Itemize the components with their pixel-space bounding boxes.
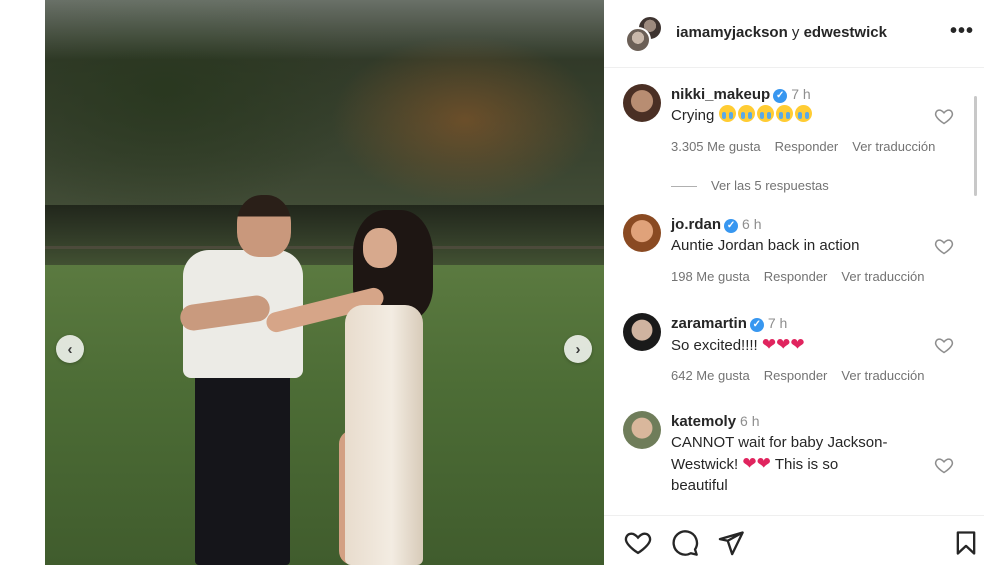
woman-figure-dress <box>345 305 423 565</box>
comment-item: zaramartin ✓ 7 h So excited!!!! ❤❤❤ 642 Me… <box>604 313 970 413</box>
post-authors: iamamyjackson y edwestwick <box>676 24 887 41</box>
post-side-panel: iamamyjackson y edwestwick ••• nikki_mak… <box>604 0 984 565</box>
comment-likes[interactable]: 198 Me gusta <box>671 269 750 284</box>
post-photo[interactable] <box>45 0 604 565</box>
comment-meta: 642 Me gusta Responder Ver traducción <box>671 368 939 383</box>
crying-emoji-icon <box>737 105 755 122</box>
comment-time: 6 h <box>742 216 762 232</box>
comment-item: nikki_makeup ✓ 7 h Crying 3.305 Me gusta Re… <box>604 84 970 214</box>
red-heart-icon: ❤ <box>756 454 771 473</box>
comment-username[interactable]: zaramartin <box>671 315 747 332</box>
comment-time: 7 h <box>791 86 811 102</box>
photo-fence <box>45 246 604 249</box>
prev-photo-button[interactable]: ‹ <box>56 335 84 363</box>
crying-emoji-icon <box>756 105 774 122</box>
red-heart-icon: ❤ <box>761 335 777 354</box>
comment-item: katemoly 6 h CANNOT wait for baby Jackson… <box>604 411 970 515</box>
heart-outline-icon[interactable] <box>934 106 954 126</box>
comment-username[interactable]: jo.rdan <box>671 216 721 233</box>
crying-emoji-icon <box>718 105 736 122</box>
comment-body: katemoly 6 h CANNOT wait for baby Jackson… <box>671 411 931 496</box>
comments-list[interactable]: nikki_makeup ✓ 7 h Crying 3.305 Me gusta Re… <box>604 70 970 515</box>
man-figure-head <box>237 195 291 257</box>
comment-body: jo.rdan ✓ 6 h Auntie Jordan back in action <box>671 214 931 256</box>
chevron-right-icon: › <box>575 340 581 358</box>
comment-text-content: So excited!!!! <box>671 337 758 354</box>
collab-avatars[interactable] <box>623 15 667 55</box>
comment-time: 6 h <box>740 413 760 429</box>
avatar[interactable] <box>623 313 661 351</box>
post-actions-bar <box>604 515 984 565</box>
comment-time: 7 h <box>767 315 788 331</box>
verified-badge-icon: ✓ <box>773 89 788 103</box>
photo-treeline <box>45 205 604 265</box>
author-username[interactable]: iamamyjackson <box>676 24 788 41</box>
comments-scrollbar[interactable] <box>974 96 977 196</box>
photo-sky <box>45 0 604 60</box>
heart-outline-icon[interactable] <box>934 236 954 256</box>
translate-button[interactable]: Ver traducción <box>852 139 935 154</box>
comment-body: zaramartin ✓ 7 h So excited!!!! ❤❤❤ <box>671 313 931 356</box>
woman-figure-face <box>363 228 397 268</box>
comment-text: So excited!!!! ❤❤❤ <box>671 334 931 356</box>
avatar[interactable] <box>623 214 661 252</box>
comment-text: Westwick! ❤❤ This is so <box>671 453 931 475</box>
red-heart-icon: ❤ <box>742 454 757 473</box>
view-replies-button[interactable]: Ver las 5 respuestas <box>671 178 829 193</box>
comment-item: jo.rdan ✓ 6 h Auntie Jordan back in action… <box>604 214 970 314</box>
avatar[interactable] <box>623 411 661 449</box>
avatar <box>625 27 651 53</box>
avatar[interactable] <box>623 84 661 122</box>
comment-likes[interactable]: 3.305 Me gusta <box>671 139 761 154</box>
comment-meta: 198 Me gusta Responder Ver traducción <box>671 269 939 284</box>
reply-button[interactable]: Responder <box>764 269 828 284</box>
comment-username[interactable]: nikki_makeup <box>671 86 770 103</box>
view-replies-label: Ver las 5 respuestas <box>711 178 829 193</box>
translate-button[interactable]: Ver traducción <box>841 269 924 284</box>
chevron-left-icon: ‹ <box>67 340 73 358</box>
more-options-button[interactable]: ••• <box>950 20 974 43</box>
comment-text: CANNOT wait for baby Jackson- <box>671 434 888 451</box>
verified-badge-icon: ✓ <box>749 318 764 332</box>
comment-text: beautiful <box>671 477 728 494</box>
comment-text: Auntie Jordan back in action <box>671 237 860 254</box>
comment-likes[interactable]: 642 Me gusta <box>671 368 750 383</box>
paper-plane-icon[interactable] <box>717 529 745 557</box>
reply-button[interactable]: Responder <box>775 139 839 154</box>
comment-bubble-icon[interactable] <box>671 529 699 557</box>
translate-button[interactable]: Ver traducción <box>841 368 924 383</box>
verified-badge-icon: ✓ <box>724 219 739 233</box>
comment-body: nikki_makeup ✓ 7 h Crying <box>671 84 931 126</box>
heart-outline-icon[interactable] <box>934 455 954 475</box>
comment-meta: 3.305 Me gusta Responder Ver traducción <box>671 139 949 154</box>
crying-emoji-icon <box>775 105 793 122</box>
replies-divider <box>671 186 697 188</box>
reply-button[interactable]: Responder <box>764 368 828 383</box>
comment-text-content: This is so <box>774 456 839 473</box>
post-header: iamamyjackson y edwestwick ••• <box>604 0 984 68</box>
red-heart-icon: ❤ <box>776 335 791 354</box>
more-horizontal-icon: ••• <box>950 20 975 42</box>
comment-username[interactable]: katemoly <box>671 413 736 430</box>
author-username[interactable]: edwestwick <box>804 24 887 41</box>
author-conjunction: y <box>791 24 800 41</box>
bookmark-icon[interactable] <box>952 529 980 557</box>
comment-text-content: Westwick! <box>671 456 739 473</box>
next-photo-button[interactable]: › <box>564 335 592 363</box>
red-heart-icon: ❤ <box>790 335 805 354</box>
heart-outline-icon[interactable] <box>934 335 954 355</box>
comment-text: Crying <box>671 105 931 126</box>
comment-text-content: Crying <box>671 107 715 124</box>
man-figure-pants <box>195 372 290 565</box>
crying-emoji-icon <box>794 105 812 122</box>
heart-outline-icon[interactable] <box>624 529 652 557</box>
